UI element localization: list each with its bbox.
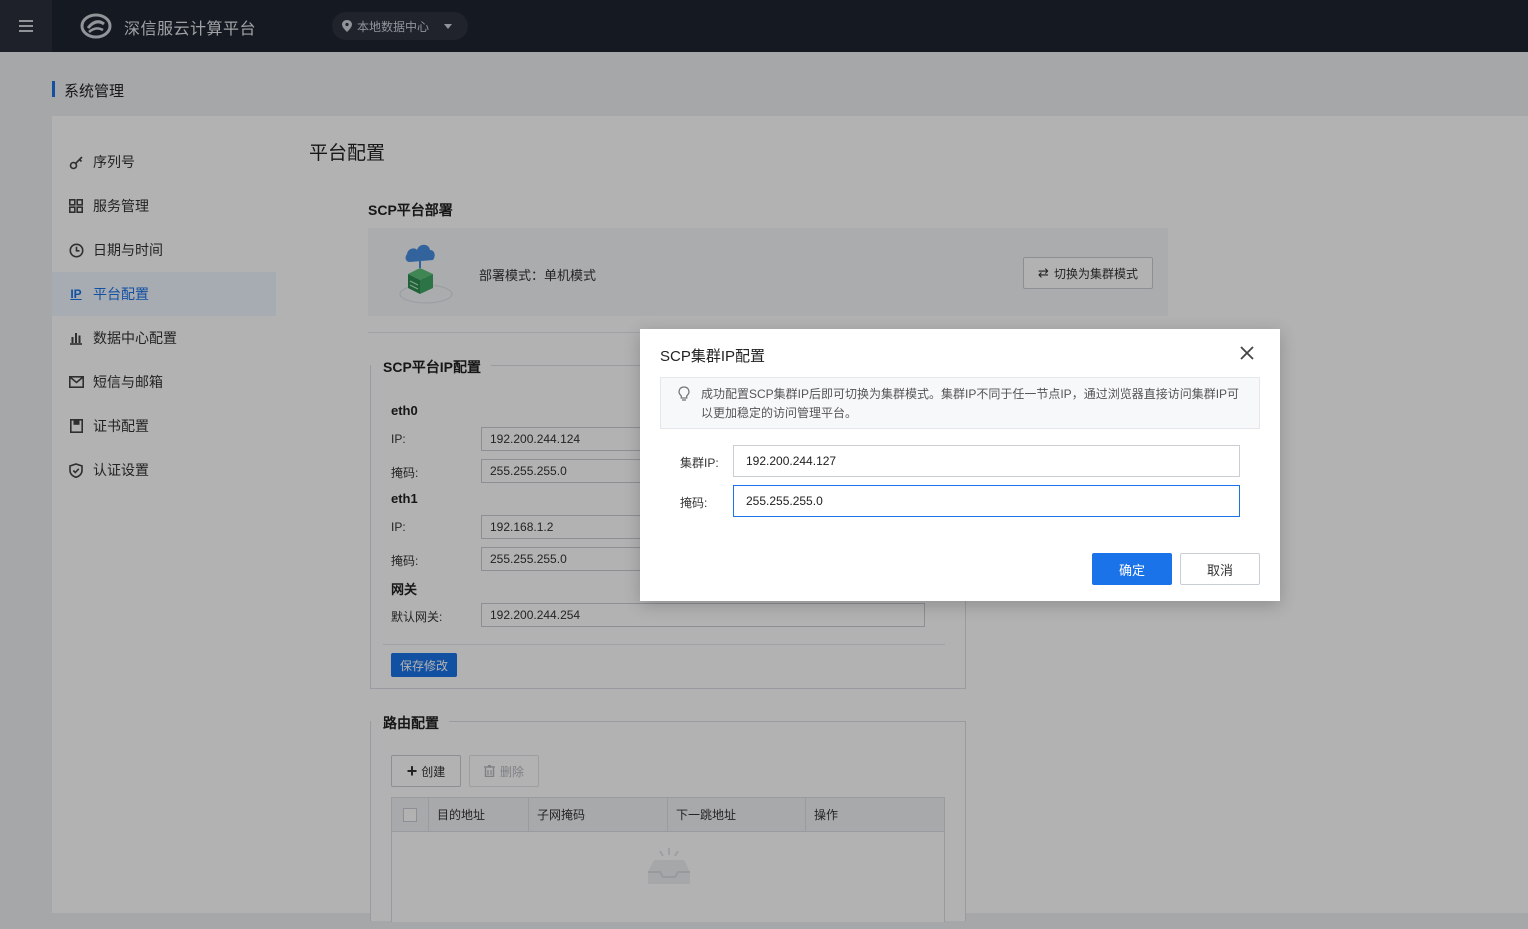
dialog-title: SCP集群IP配置 <box>660 348 766 365</box>
cluster-ip-label: 集群IP: <box>680 456 719 470</box>
cancel-button[interactable]: 取消 <box>1180 553 1260 585</box>
lightbulb-icon <box>678 386 690 401</box>
mask-label: 掩码: <box>680 496 708 510</box>
cluster-ip-dialog: SCP集群IP配置 成功配置SCP集群IP后即可切换为集群模式。集群IP不同于任… <box>640 329 1280 601</box>
cluster-ip-input[interactable]: 192.200.244.127 <box>733 445 1240 477</box>
notice-text: 成功配置SCP集群IP后即可切换为集群模式。集群IP不同于任一节点IP，通过浏览… <box>701 387 1240 420</box>
confirm-button[interactable]: 确定 <box>1092 553 1172 585</box>
mask-input[interactable]: 255.255.255.0 <box>733 485 1240 517</box>
close-icon[interactable] <box>1238 344 1256 362</box>
notice-box: 成功配置SCP集群IP后即可切换为集群模式。集群IP不同于任一节点IP，通过浏览… <box>660 377 1260 429</box>
